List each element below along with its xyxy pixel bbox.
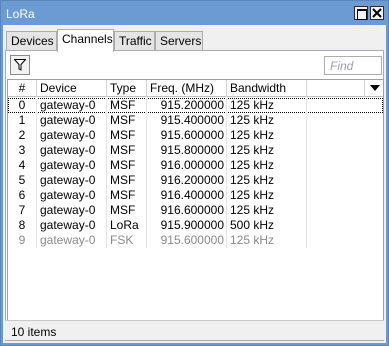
cell-device: gateway-0: [37, 173, 107, 188]
cell-type: FSK: [107, 233, 147, 248]
window-client-area: Devices Channels Traffic Servers # Devic…: [3, 25, 386, 343]
cell-bandwidth: 125 kHz: [227, 233, 307, 248]
column-header-device[interactable]: Device: [37, 80, 107, 97]
cell-type: MSF: [107, 158, 147, 173]
cell-device: gateway-0: [37, 158, 107, 173]
cell-bandwidth: 125 kHz: [227, 143, 307, 158]
cell-type: MSF: [107, 143, 147, 158]
column-menu-arrow-icon[interactable]: [370, 85, 380, 91]
tab-servers[interactable]: Servers: [155, 31, 203, 51]
column-header-type[interactable]: Type: [107, 80, 147, 97]
title-bar[interactable]: LoRa: [1, 1, 388, 25]
table-row-disabled[interactable]: 9 gateway-0 FSK 915.600000 125 kHz: [8, 233, 383, 248]
cell-number: 8: [8, 218, 37, 233]
maximize-button[interactable]: [354, 6, 368, 20]
cell-number: 3: [8, 143, 37, 158]
cell-number: 0: [8, 98, 37, 113]
cell-bandwidth: 500 kHz: [227, 218, 307, 233]
channels-panel: # Device Type Freq. (MHz) Bandwidth 0 ga…: [5, 50, 384, 341]
cell-number: 4: [8, 158, 37, 173]
table-row[interactable]: 4 gateway-0 MSF 916.000000 125 kHz: [8, 158, 383, 173]
filter-icon: [14, 59, 26, 71]
cell-number: 2: [8, 128, 37, 143]
tab-devices[interactable]: Devices: [6, 31, 57, 51]
cell-type: MSF: [107, 188, 147, 203]
cell-freq: 916.400000: [147, 188, 227, 203]
status-bar: 10 items: [5, 320, 384, 340]
table-row[interactable]: 8 gateway-0 LoRa 915.900000 500 kHz: [8, 218, 383, 233]
cell-device: gateway-0: [37, 113, 107, 128]
cell-bandwidth: 125 kHz: [227, 203, 307, 218]
tab-traffic[interactable]: Traffic: [114, 31, 155, 51]
filter-button[interactable]: [10, 55, 30, 75]
cell-freq: 915.400000: [147, 113, 227, 128]
cell-device: gateway-0: [37, 218, 107, 233]
cell-bandwidth: 125 kHz: [227, 128, 307, 143]
cell-type: LoRa: [107, 218, 147, 233]
cell-device: gateway-0: [37, 143, 107, 158]
cell-device: gateway-0: [37, 128, 107, 143]
cell-type: MSF: [107, 173, 147, 188]
cell-freq: 916.600000: [147, 203, 227, 218]
cell-freq: 915.800000: [147, 143, 227, 158]
cell-bandwidth: 125 kHz: [227, 173, 307, 188]
cell-freq: 915.600000: [147, 128, 227, 143]
cell-number: 1: [8, 113, 37, 128]
cell-freq: 916.200000: [147, 173, 227, 188]
cell-type: MSF: [107, 203, 147, 218]
table-row[interactable]: 3 gateway-0 MSF 915.800000 125 kHz: [8, 143, 383, 158]
column-header-bandwidth[interactable]: Bandwidth: [227, 80, 307, 97]
cell-type: MSF: [107, 113, 147, 128]
column-header-number[interactable]: #: [8, 80, 37, 97]
lora-window: LoRa Devices Channels Traffic Servers Fi…: [0, 0, 389, 346]
find-input[interactable]: [324, 56, 382, 75]
close-icon: [372, 8, 382, 18]
cell-freq: 916.000000: [147, 158, 227, 173]
toolbar: [6, 51, 383, 77]
channels-table: # Device Type Freq. (MHz) Bandwidth 0 ga…: [7, 79, 384, 339]
cell-freq: 915.600000: [147, 233, 227, 248]
items-count: 10 items: [11, 325, 57, 339]
cell-freq: 915.200000: [147, 98, 227, 113]
cell-type: MSF: [107, 128, 147, 143]
table-row[interactable]: 1 gateway-0 MSF 915.400000 125 kHz: [8, 113, 383, 128]
column-header-blank: [307, 80, 365, 97]
table-header: # Device Type Freq. (MHz) Bandwidth: [8, 80, 383, 97]
column-header-freq[interactable]: Freq. (MHz): [147, 80, 227, 97]
cell-number: 5: [8, 173, 37, 188]
cell-device: gateway-0: [37, 98, 107, 113]
cell-device: gateway-0: [37, 188, 107, 203]
cell-bandwidth: 125 kHz: [227, 188, 307, 203]
table-row[interactable]: 2 gateway-0 MSF 915.600000 125 kHz: [8, 128, 383, 143]
table-row[interactable]: 5 gateway-0 MSF 916.200000 125 kHz: [8, 173, 383, 188]
cell-device: gateway-0: [37, 203, 107, 218]
table-row[interactable]: 6 gateway-0 MSF 916.400000 125 kHz: [8, 188, 383, 203]
cell-bandwidth: 125 kHz: [227, 98, 307, 113]
cell-bandwidth: 125 kHz: [227, 158, 307, 173]
cell-number: 9: [8, 233, 37, 248]
close-button[interactable]: [370, 6, 384, 20]
cell-number: 7: [8, 203, 37, 218]
table-row[interactable]: 0 gateway-0 MSF 915.200000 125 kHz: [8, 98, 383, 113]
cell-freq: 915.900000: [147, 218, 227, 233]
cell-number: 6: [8, 188, 37, 203]
cell-type: MSF: [107, 98, 147, 113]
cell-bandwidth: 125 kHz: [227, 113, 307, 128]
table-row[interactable]: 7 gateway-0 MSF 916.600000 125 kHz: [8, 203, 383, 218]
cell-device: gateway-0: [37, 233, 107, 248]
window-title: LoRa: [6, 7, 35, 21]
tab-channels[interactable]: Channels: [57, 29, 114, 52]
